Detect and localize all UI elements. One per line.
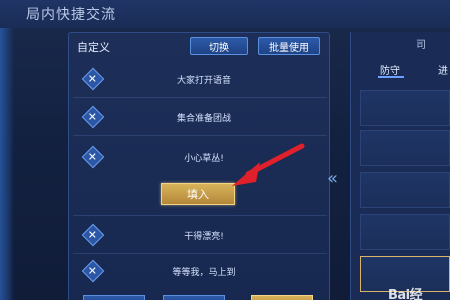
- row-divider: [73, 215, 327, 216]
- delete-row-5-button[interactable]: ✕: [81, 259, 105, 283]
- page-title: 局内快捷交流: [26, 7, 116, 23]
- close-icon: ✕: [88, 264, 98, 278]
- phrase-row-5[interactable]: 等等我，马上到: [129, 265, 279, 278]
- close-icon: ✕: [88, 110, 98, 124]
- bottom-button-left[interactable]: [83, 295, 145, 300]
- annotation-arrow-head: [232, 162, 260, 186]
- delete-row-3-button[interactable]: ✕: [81, 145, 105, 169]
- right-list-item[interactable]: [360, 90, 450, 126]
- left-decor-edge: [0, 0, 14, 300]
- collapse-chevron-icon[interactable]: «: [327, 168, 338, 189]
- tab-attack[interactable]: 进: [438, 62, 448, 77]
- switch-button[interactable]: 切换: [190, 37, 248, 55]
- bottom-button-middle[interactable]: [163, 295, 225, 300]
- right-list-item[interactable]: [360, 214, 450, 250]
- fill-in-button[interactable]: 填入: [161, 183, 235, 205]
- row-divider: [73, 253, 327, 254]
- close-icon: ✕: [88, 228, 98, 242]
- delete-row-1-button[interactable]: ✕: [81, 67, 105, 91]
- active-tab-indicator: [378, 76, 404, 78]
- phrase-row-2[interactable]: 集合准备团战: [129, 111, 279, 124]
- baidu-watermark: Bai经: [388, 288, 423, 300]
- tab-defend[interactable]: 防守: [380, 62, 400, 77]
- phrase-row-1[interactable]: 大家打开语音: [129, 73, 279, 86]
- delete-row-4-button[interactable]: ✕: [81, 223, 105, 247]
- row-divider: [73, 135, 327, 136]
- delete-row-2-button[interactable]: ✕: [81, 105, 105, 129]
- batch-use-button[interactable]: 批量使用: [258, 37, 320, 55]
- right-list-item[interactable]: [360, 172, 450, 208]
- title-bar: 局内快捷交流: [0, 0, 450, 28]
- right-list-item[interactable]: [360, 130, 450, 166]
- right-panel-title: 司: [416, 40, 426, 51]
- row-divider: [73, 97, 327, 98]
- annotation-arrow: [232, 143, 305, 186]
- bottom-button-right[interactable]: [251, 295, 313, 300]
- close-icon: ✕: [88, 150, 98, 164]
- custom-label: 自定义: [77, 41, 110, 54]
- close-icon: ✕: [88, 72, 98, 86]
- phrase-row-4[interactable]: 干得漂亮!: [129, 229, 279, 242]
